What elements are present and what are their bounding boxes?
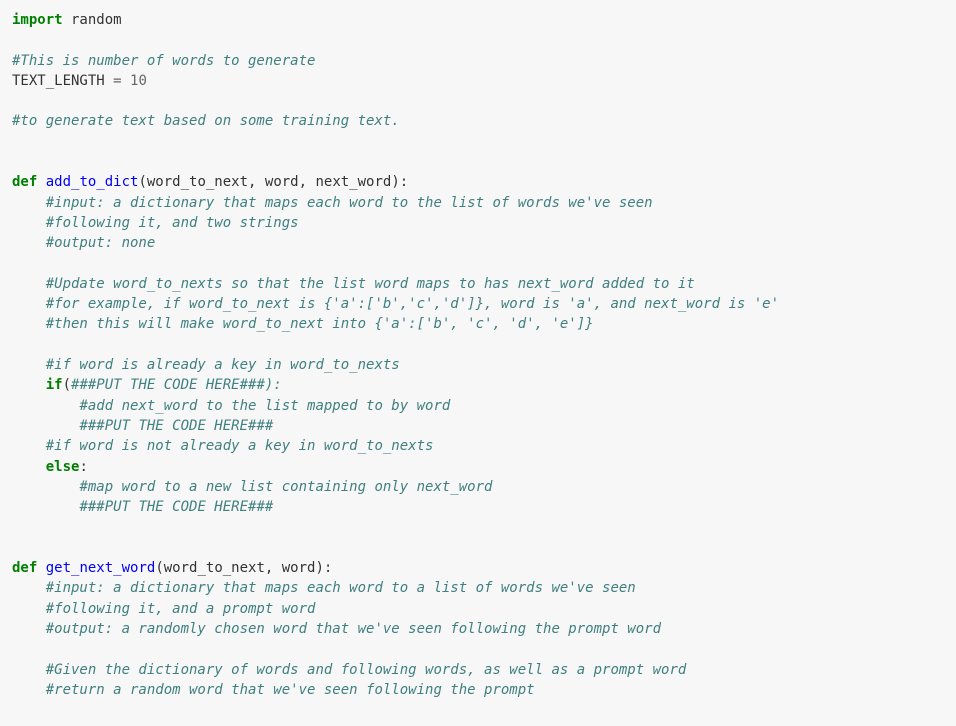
code-line: else: [12,459,88,475]
code-token [12,195,46,211]
code-token: : [79,459,87,475]
code-line: #for example, if word_to_next is {'a':['… [12,296,779,312]
code-token [12,418,79,434]
code-token: #if word is already a key in word_to_nex… [46,357,400,373]
code-token: #add next_word to the list mapped to by … [79,398,450,414]
code-token: #for example, if word_to_next is {'a':['… [46,296,779,312]
code-token [12,479,79,495]
code-token [12,377,46,393]
code-token: ###PUT THE CODE HERE### [79,418,273,434]
code-token: #Update word_to_nexts so that the list w… [46,276,695,292]
code-token: (word_to_next, word, next_word): [138,174,408,190]
code-line: #This is number of words to generate [12,53,315,69]
code-line: ###PUT THE CODE HERE### [12,499,273,515]
code-token: #This is number of words to generate [12,53,315,69]
code-token: add_to_dict [46,174,139,190]
code-token: ###PUT THE CODE HERE###): [71,377,282,393]
code-token: random [63,12,122,28]
code-token [12,296,46,312]
code-line: #map word to a new list containing only … [12,479,492,495]
code-token: import [12,12,63,28]
code-line: #return a random word that we've seen fo… [12,682,535,698]
code-token [37,174,45,190]
code-token: def [12,560,37,576]
code-line: import random [12,12,122,28]
code-token [12,499,79,515]
code-line: if(###PUT THE CODE HERE###): [12,377,282,393]
code-token [12,580,46,596]
code-token: (word_to_next, word): [155,560,332,576]
code-token: #to generate text based on some training… [12,113,400,129]
code-token: else [46,459,80,475]
code-line: TEXT_LENGTH = 10 [12,73,147,89]
code-line: #to generate text based on some training… [12,113,400,129]
code-line: #input: a dictionary that maps each word… [12,580,636,596]
code-token [12,621,46,637]
code-token: #return a random word that we've seen fo… [46,682,535,698]
code-token: if [46,377,63,393]
code-token: TEXT_LENGTH [12,73,113,89]
code-line: #following it, and a prompt word [12,601,315,617]
code-line: def add_to_dict(word_to_next, word, next… [12,174,408,190]
code-token: get_next_word [46,560,156,576]
code-block: import random #This is number of words t… [0,0,956,720]
code-token [12,682,46,698]
code-token: #following it, and two strings [46,215,299,231]
code-token [12,235,46,251]
code-token [12,459,46,475]
code-line: #if word is not already a key in word_to… [12,438,433,454]
code-token [12,276,46,292]
code-line: #following it, and two strings [12,215,299,231]
code-line: #add next_word to the list mapped to by … [12,398,450,414]
code-token: #then this will make word_to_next into {… [46,316,594,332]
code-line: #then this will make word_to_next into {… [12,316,594,332]
code-line: #output: a randomly chosen word that we'… [12,621,661,637]
code-token: #Given the dictionary of words and follo… [46,662,687,678]
code-line: #if word is already a key in word_to_nex… [12,357,400,373]
code-token: #input: a dictionary that maps each word… [46,580,636,596]
code-token: 10 [130,73,147,89]
code-token: ( [63,377,71,393]
code-token [12,438,46,454]
code-line: #output: none [12,235,155,251]
code-line: ###PUT THE CODE HERE### [12,418,273,434]
code-token: #map word to a new list containing only … [79,479,492,495]
code-token [37,560,45,576]
code-token: #if word is not already a key in word_to… [46,438,434,454]
code-token: #output: none [46,235,156,251]
code-token [12,215,46,231]
code-token: = [113,73,121,89]
code-token: def [12,174,37,190]
code-token: #input: a dictionary that maps each word… [46,195,653,211]
code-token [12,357,46,373]
code-token [12,601,46,617]
code-line: #Update word_to_nexts so that the list w… [12,276,695,292]
code-line: #input: a dictionary that maps each word… [12,195,653,211]
code-line: #Given the dictionary of words and follo… [12,662,686,678]
code-token: #output: a randomly chosen word that we'… [46,621,661,637]
code-line: def get_next_word(word_to_next, word): [12,560,332,576]
code-token: #following it, and a prompt word [46,601,316,617]
code-token [12,316,46,332]
code-token [12,662,46,678]
code-token: ###PUT THE CODE HERE### [79,499,273,515]
code-token [12,398,79,414]
code-token [122,73,130,89]
